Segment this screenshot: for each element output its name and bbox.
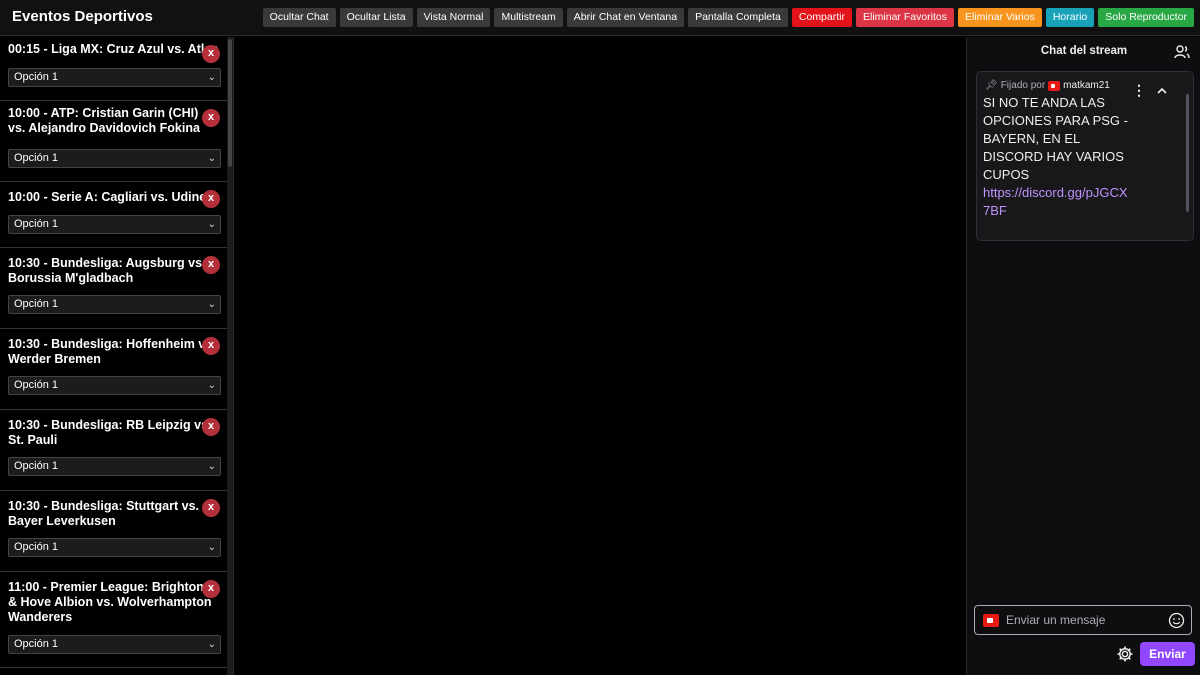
chevron-up-icon[interactable] [1155,84,1169,98]
pinned-scrollbar[interactable] [1186,94,1189,212]
close-icon[interactable]: x [202,190,220,208]
player-only-button[interactable]: Solo Reproductor [1098,8,1194,27]
send-button[interactable]: Enviar [1140,642,1195,666]
chevron-down-icon: ⌄ [207,542,216,553]
option-select[interactable]: Opción 1 ⌄ [8,149,221,168]
close-icon[interactable]: x [202,418,220,436]
chevron-down-icon: ⌄ [207,219,216,230]
chat-header: Chat del stream [967,37,1200,67]
option-value: Opción 1 [14,379,59,391]
pin-icon: 📌︎ [985,80,998,91]
option-value: Opción 1 [14,218,59,230]
gear-icon[interactable] [1116,645,1134,663]
fullscreen-button[interactable]: Pantalla Completa [688,8,788,27]
event-item[interactable]: 10:00 - ATP: Cristian Garin (CHI) vs. Al… [0,101,228,182]
pinned-message: 📌︎ Fijado por matkam21 ⋮ SI NO TE ANDA L… [976,71,1194,241]
chevron-down-icon: ⌄ [207,639,216,650]
event-title: 10:30 - Bundesliga: Stuttgart vs. Bayer … [8,499,200,528]
event-list: 00:15 - Liga MX: Cruz Azul vs. Atlas x O… [0,37,234,675]
event-item[interactable]: 00:15 - Liga MX: Cruz Azul vs. Atlas x O… [0,37,228,101]
close-icon[interactable]: x [202,109,220,127]
option-value: Opción 1 [14,152,59,164]
event-item[interactable]: 11:00 - Premier League: Brighton & Hove … [0,572,228,668]
emoji-icon[interactable] [1168,612,1185,629]
option-select[interactable]: Opción 1 ⌄ [8,68,221,87]
chevron-down-icon: ⌄ [207,380,216,391]
top-bar: Eventos Deportivos Ocultar Chat Ocultar … [0,0,1200,36]
hide-chat-button[interactable]: Ocultar Chat [262,8,336,27]
remove-favorites-button[interactable]: Eliminar Favoritos [855,8,955,27]
close-icon[interactable]: x [202,499,220,517]
scrollbar-thumb[interactable] [228,39,232,167]
event-item[interactable]: 10:30 - Bundesliga: RB Leipzig vs. St. P… [0,410,228,491]
multistream-button[interactable]: Multistream [494,8,563,27]
option-select[interactable]: Opción 1 ⌄ [8,457,221,476]
chat-title: Chat del stream [1040,45,1128,57]
close-icon[interactable]: x [202,256,220,274]
users-icon[interactable] [1173,43,1191,61]
option-select[interactable]: Opción 1 ⌄ [8,635,221,654]
pinned-meta: 📌︎ Fijado por matkam21 [985,80,1110,91]
option-value: Opción 1 [14,460,59,472]
event-title: 10:30 - Bundesliga: RB Leipzig vs. St. P… [8,418,212,447]
option-value: Opción 1 [14,541,59,553]
schedule-button[interactable]: Horario [1045,8,1095,27]
event-title: 10:00 - ATP: Cristian Garin (CHI) vs. Al… [8,106,200,135]
close-icon[interactable]: x [202,45,220,63]
chat-input-placeholder: Enviar un mensaje [1006,613,1106,627]
option-value: Opción 1 [14,71,59,83]
event-title: 00:15 - Liga MX: Cruz Azul vs. Atlas [8,42,219,56]
hide-list-button[interactable]: Ocultar Lista [339,8,413,27]
toolbar: Ocultar Chat Ocultar Lista Vista Normal … [262,8,1194,27]
event-title: 11:00 - Premier League: Brighton & Hove … [8,580,212,624]
open-chat-window-button[interactable]: Abrir Chat en Ventana [566,8,685,27]
chevron-down-icon: ⌄ [207,461,216,472]
pinned-text: SI NO TE ANDA LAS OPCIONES PARA PSG - BA… [983,95,1128,182]
event-item[interactable]: 10:30 - Bundesliga: Stuttgart vs. Bayer … [0,491,228,572]
option-select[interactable]: Opción 1 ⌄ [8,538,221,557]
chevron-down-icon: ⌄ [207,299,216,310]
video-player[interactable] [235,37,966,675]
chat-panel: Chat del stream 📌︎ Fijado por matkam21 ⋮… [966,37,1200,675]
share-button[interactable]: Compartir [791,8,852,27]
app-title: Eventos Deportivos [12,8,153,25]
chevron-down-icon: ⌄ [207,72,216,83]
chevron-down-icon: ⌄ [207,153,216,164]
event-item[interactable]: 10:30 - Bundesliga: Hoffenheim vs. Werde… [0,329,228,410]
pinned-user[interactable]: matkam21 [1063,80,1110,91]
option-select[interactable]: Opción 1 ⌄ [8,376,221,395]
option-value: Opción 1 [14,638,59,650]
option-select[interactable]: Opción 1 ⌄ [8,215,221,234]
pinned-text-block: SI NO TE ANDA LAS OPCIONES PARA PSG - BA… [983,94,1143,220]
event-title: 10:30 - Bundesliga: Hoffenheim vs. Werde… [8,337,216,366]
event-item[interactable]: 10:00 - Serie A: Cagliari vs. Udinese x … [0,182,228,248]
event-item[interactable]: 10:30 - Bundesliga: Augsburg vs. Borussi… [0,248,228,329]
broadcaster-badge-icon [1048,80,1061,91]
close-icon[interactable]: x [202,337,220,355]
event-title: 10:30 - Bundesliga: Augsburg vs. Borussi… [8,256,206,285]
pinned-by-label: Fijado por [1000,80,1046,91]
remove-several-button[interactable]: Eliminar Varios [958,8,1042,27]
broadcaster-badge-icon [983,614,999,627]
scrollbar[interactable] [227,37,233,675]
chat-input[interactable]: Enviar un mensaje [974,605,1192,635]
event-title: 10:00 - Serie A: Cagliari vs. Udinese [8,190,220,204]
pinned-link[interactable]: https://discord.gg/pJGCX7BF [983,184,1133,220]
normal-view-button[interactable]: Vista Normal [416,8,491,27]
option-select[interactable]: Opción 1 ⌄ [8,295,221,314]
option-value: Opción 1 [14,298,59,310]
close-icon[interactable]: x [202,580,220,598]
